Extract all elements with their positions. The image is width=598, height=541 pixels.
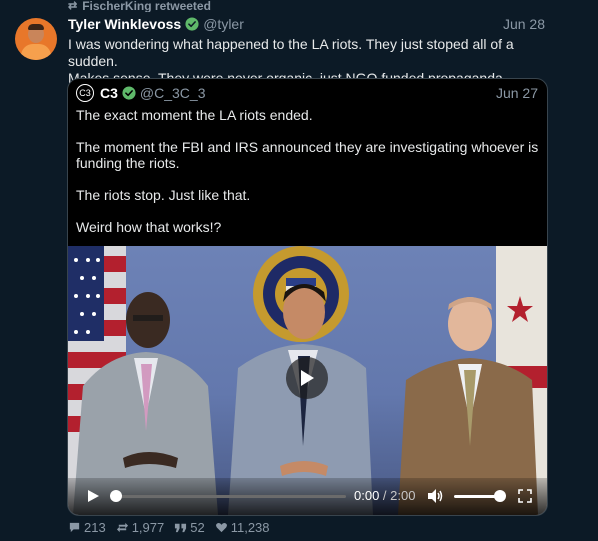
- quote-stat[interactable]: 52: [174, 519, 205, 535]
- seek-handle[interactable]: [110, 490, 122, 502]
- reply-count: 213: [84, 519, 106, 535]
- quote-avatar[interactable]: C3: [76, 84, 94, 102]
- seek-bar[interactable]: [116, 495, 346, 498]
- retweet-indicator: ⇄ FischerKing retweeted: [68, 0, 211, 12]
- quoted-tweet[interactable]: C3 C3 @C_3C_3 Jun 27 The exact moment th…: [67, 78, 548, 516]
- reply-icon: [69, 522, 80, 532]
- quote-text: The exact moment the LA riots ended. The…: [76, 107, 544, 251]
- quote-count: 52: [190, 519, 205, 535]
- video-player[interactable]: 0:00 / 2:00: [68, 246, 547, 515]
- quote-paragraph: Weird how that works!?: [76, 219, 222, 235]
- verified-badge-icon: [185, 17, 199, 31]
- retweet-count: 1,977: [131, 519, 165, 535]
- play-control-icon[interactable]: [86, 489, 100, 503]
- author-handle[interactable]: @tyler: [203, 16, 244, 32]
- quote-paragraph: The exact moment the LA riots ended.: [76, 107, 313, 123]
- fullscreen-icon[interactable]: [518, 489, 532, 503]
- time-display: 0:00 / 2:00: [354, 488, 415, 503]
- current-time: 0:00: [354, 488, 380, 503]
- verified-badge-icon: [122, 86, 136, 100]
- quote-date[interactable]: Jun 27: [496, 85, 538, 101]
- retweet-stat[interactable]: 1,977: [116, 519, 165, 535]
- quote-paragraph: The moment the FBI and IRS announced the…: [76, 139, 539, 171]
- retweet-icon: ⇄: [68, 0, 78, 12]
- tweet-text-line: I was wondering what happened to the LA …: [68, 36, 514, 69]
- tweet-stats: 213 1,977 52 11,238: [68, 519, 270, 535]
- like-stat[interactable]: 11,238: [215, 520, 270, 535]
- quote-icon: [175, 523, 187, 532]
- duration: 2:00: [390, 488, 416, 503]
- quote-author-name[interactable]: C3: [100, 85, 118, 101]
- retweet-stat-icon: [116, 522, 128, 532]
- play-button[interactable]: [286, 357, 328, 399]
- video-controls: 0:00 / 2:00: [68, 478, 547, 515]
- volume-handle[interactable]: [494, 490, 506, 502]
- quote-author-handle[interactable]: @C_3C_3: [140, 85, 206, 101]
- author-name[interactable]: Tyler Winklevoss: [68, 16, 181, 32]
- time-separator: /: [379, 488, 391, 503]
- author-avatar[interactable]: [15, 18, 57, 60]
- tweet-header: Tyler Winklevoss @tyler Jun 28: [68, 15, 545, 33]
- heart-icon: [215, 522, 227, 532]
- like-count: 11,238: [230, 519, 270, 535]
- volume-icon[interactable]: [427, 488, 444, 504]
- reply-stat[interactable]: 213: [68, 520, 106, 535]
- play-icon: [301, 370, 314, 386]
- quote-paragraph: The riots stop. Just like that.: [76, 187, 251, 203]
- tweet-date[interactable]: Jun 28: [503, 16, 545, 32]
- quote-header: C3 C3 @C_3C_3 Jun 27: [76, 84, 538, 102]
- retweet-label: FischerKing retweeted: [82, 0, 211, 12]
